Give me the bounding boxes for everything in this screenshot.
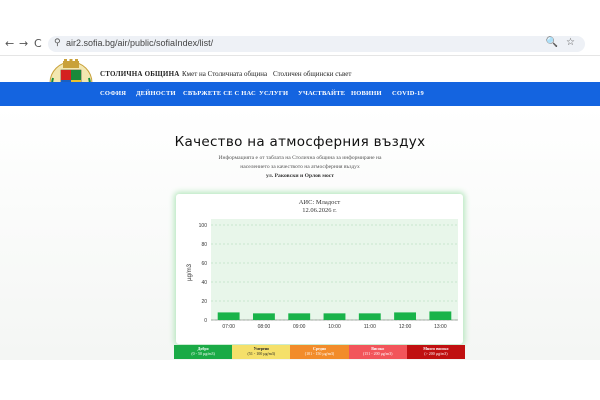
bar [394, 312, 417, 320]
page-title: Качество на атмосферния въздух [174, 134, 426, 150]
subtitle-line-1: Информацията е от таблата на Столична об… [218, 155, 382, 161]
bar [323, 313, 346, 320]
bar [429, 311, 452, 320]
y-tick-label: 80 [201, 242, 207, 248]
x-tick-label: 07:00 [222, 324, 235, 330]
nav-item-contact[interactable]: СВЪРЖЕТЕ СЕ С НАС [183, 90, 256, 97]
legend-item: Добро (0 - 50 µg/m3) [174, 345, 233, 359]
nav-item-activities[interactable]: ДЕЙНОСТИ [136, 90, 176, 97]
bar-chart: 0 20 40 60 80 100 µg/m3 07:00 08:00 09:00 10:00 11:… [187, 219, 458, 330]
x-tick-label: 12:00 [399, 324, 412, 330]
legend-range: (0 - 50 µg/m3) [191, 351, 215, 356]
legend-item: Много високо (> 200 µg/m3) [406, 345, 466, 359]
legend-item: Умерено (51 - 100 µg/m3) [232, 345, 291, 359]
site-info-icon[interactable]: ⚲ [54, 38, 61, 48]
legend-range: (51 - 100 µg/m3) [247, 351, 276, 356]
y-tick-label: 60 [201, 261, 207, 267]
back-icon[interactable]: ← [5, 37, 14, 51]
y-tick-label: 20 [201, 299, 207, 305]
x-tick-label: 09:00 [293, 324, 306, 330]
address-bar[interactable]: ⚲ air2.sofia.bg/air/public/sofiaIndex/li… [48, 36, 585, 52]
legend-item: Високо (151 - 200 µg/m3) [348, 345, 407, 359]
nav-item-sofia[interactable]: СОФИЯ [100, 90, 126, 97]
x-tick-label: 10:00 [328, 324, 341, 330]
x-tick-label: 13:00 [434, 324, 447, 330]
main-navigation: СОФИЯ ДЕЙНОСТИ СВЪРЖЕТЕ СЕ С НАС УСЛУГИ … [0, 82, 600, 106]
y-tick-label: 40 [201, 280, 207, 286]
y-axis-label: µg/m3 [187, 263, 193, 280]
url-text[interactable]: air2.sofia.bg/air/public/sofiaIndex/list… [66, 38, 213, 48]
subtitle-line-2: населението за качеството на атмосферния… [240, 164, 360, 170]
legend-range: (> 200 µg/m3) [424, 351, 448, 356]
council-link[interactable]: Столичен общински съвет [273, 70, 351, 78]
bar [358, 313, 381, 320]
nav-item-participate[interactable]: УЧАСТВАЙТЕ [298, 90, 345, 97]
nav-item-services[interactable]: УСЛУГИ [259, 90, 288, 97]
legend-range: (151 - 200 µg/m3) [362, 351, 393, 356]
x-tick-label: 11:00 [364, 324, 376, 330]
nav-item-news[interactable]: НОВИНИ [351, 90, 382, 97]
municipality-brand[interactable]: СТОЛИЧНА ОБЩИНА [100, 70, 179, 78]
bar [217, 312, 240, 320]
forward-icon[interactable]: → [19, 37, 28, 51]
browser-toolbar: ← → C ⚲ air2.sofia.bg/air/public/sofiaIn… [0, 33, 600, 56]
zoom-icon[interactable]: 🔍 [546, 37, 558, 48]
bookmark-star-icon[interactable]: ☆ [566, 37, 575, 48]
bar [252, 313, 275, 320]
legend-item: Средно (101 - 150 µg/m3) [290, 345, 349, 359]
y-tick-label: 100 [199, 223, 208, 229]
aqi-legend: Добро (0 - 50 µg/m3) Умерено (51 - 100 µg/m… [174, 345, 466, 359]
x-tick-label: 08:00 [258, 324, 271, 330]
plot-area [211, 219, 458, 320]
chart-card: АИС: Младост 12.06.2026 г. 0 20 40 60 80 100 µ… [176, 194, 463, 344]
reload-icon[interactable]: C [34, 37, 42, 51]
y-tick-label: 0 [204, 318, 207, 324]
legend-range: (101 - 150 µg/m3) [304, 351, 335, 356]
nav-item-covid[interactable]: COVID-19 [392, 90, 424, 97]
bar [288, 313, 311, 320]
location-text: ул. Раковски и Орлов мост [266, 173, 334, 179]
mayor-link[interactable]: Кмет на Столичната община [182, 70, 267, 78]
